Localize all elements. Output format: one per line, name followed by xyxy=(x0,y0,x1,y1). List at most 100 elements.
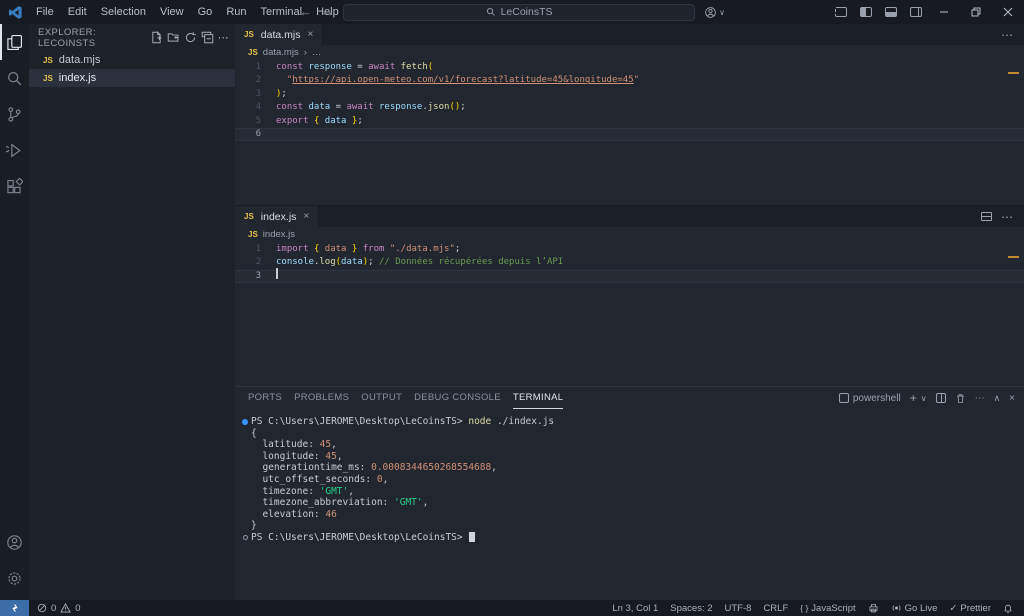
editor-actions: ⋯ xyxy=(1001,24,1024,45)
more-actions-icon[interactable]: ⋯ xyxy=(975,393,985,404)
terminal-token: , xyxy=(491,462,497,474)
terminal-token: PS C:\Users\JEROME\Desktop\LeCoinsTS> xyxy=(251,532,468,544)
terminal-cursor xyxy=(469,532,475,542)
bottom-panel: PORTS PROBLEMS OUTPUT DEBUG CONSOLE TERM… xyxy=(235,386,1024,600)
code-token: ; xyxy=(460,102,465,112)
go-live-button[interactable]: Go Live xyxy=(891,603,938,614)
error-count: 0 xyxy=(51,603,56,614)
terminal-token: latitude: xyxy=(251,439,320,451)
close-panel-icon[interactable]: × xyxy=(1009,393,1015,404)
collapse-folders-icon[interactable] xyxy=(201,31,214,44)
prettier-status[interactable]: ✓ Prettier xyxy=(949,603,991,614)
terminal-instance[interactable]: powershell xyxy=(839,393,901,404)
maximize-panel-icon[interactable]: ∧ xyxy=(994,393,1001,404)
command-decoration-icon xyxy=(239,416,251,428)
terminal-token: elevation: xyxy=(251,509,325,521)
split-editor-icon[interactable] xyxy=(981,212,992,221)
js-file-icon: JS xyxy=(244,30,254,39)
printer-icon[interactable] xyxy=(868,603,879,613)
activity-extensions[interactable] xyxy=(0,168,29,204)
close-tab-icon[interactable]: × xyxy=(303,211,309,222)
code-token: ; xyxy=(368,257,379,267)
toggle-secondary-sidebar-icon xyxy=(910,7,922,17)
chevron-down-icon: ∨ xyxy=(719,8,725,17)
remote-indicator[interactable] xyxy=(0,600,29,616)
more-actions-icon[interactable]: ⋯ xyxy=(1001,28,1013,42)
activity-explorer[interactable] xyxy=(0,24,29,60)
line-number: 2 xyxy=(235,256,276,269)
nav-back-icon[interactable]: ← xyxy=(299,0,312,24)
terminal-gutter xyxy=(239,462,251,474)
toggle-sidebar-icon xyxy=(860,7,872,17)
terminal-gutter xyxy=(239,509,251,521)
breadcrumb[interactable]: JS data.mjs › … xyxy=(235,45,1024,60)
terminal-icon xyxy=(839,393,849,403)
code-editor-data-mjs[interactable]: 1const response = await fetch(2 "https:/… xyxy=(235,60,1024,205)
panel-tab-output[interactable]: OUTPUT xyxy=(361,387,402,409)
file-item-index-js[interactable]: JS index.js xyxy=(29,69,235,87)
text-cursor xyxy=(276,268,278,279)
code-token: response xyxy=(379,102,422,112)
encoding[interactable]: UTF-8 xyxy=(725,603,752,614)
split-terminal-icon[interactable] xyxy=(936,393,946,403)
language-mode[interactable]: { } JavaScript xyxy=(800,603,855,614)
terminal-token: longitude: xyxy=(251,451,325,463)
code-token: data xyxy=(325,116,347,126)
terminal-gutter xyxy=(239,428,251,440)
panel-tab-problems[interactable]: PROBLEMS xyxy=(294,387,349,409)
eol-sequence[interactable]: CRLF xyxy=(763,603,788,614)
search-query: LeCoinsTS xyxy=(501,6,553,18)
command-center-search[interactable]: LeCoinsTS xyxy=(343,4,695,21)
line-number: 1 xyxy=(235,61,276,74)
braces-icon: { } xyxy=(800,603,808,613)
new-file-icon[interactable] xyxy=(150,31,163,44)
code-token: fetch xyxy=(401,62,428,72)
terminal-gutter xyxy=(239,486,251,498)
toggle-panel-icon xyxy=(885,7,897,17)
indentation[interactable]: Spaces: 2 xyxy=(670,603,712,614)
status-bar: 0 0 Ln 3, Col 1 Spaces: 2 UTF-8 CRLF { }… xyxy=(0,600,1024,616)
new-folder-icon[interactable] xyxy=(167,31,180,44)
breadcrumb-file: index.js xyxy=(263,229,295,240)
main-area: EXPLORER: LECOINSTS ⋯ JS data.mjs JS ind… xyxy=(0,24,1024,600)
account-menu[interactable]: ∨ xyxy=(704,6,725,19)
activity-accounts[interactable] xyxy=(0,524,29,560)
line-number: 4 xyxy=(235,101,276,114)
file-name: data.mjs xyxy=(59,54,101,66)
close-tab-icon[interactable]: × xyxy=(307,29,313,40)
more-actions-icon[interactable]: ⋯ xyxy=(1001,210,1013,224)
line-number: 3 xyxy=(235,88,276,101)
customize-layout-icon xyxy=(835,7,847,17)
cursor-position[interactable]: Ln 3, Col 1 xyxy=(612,603,658,614)
line-number: 6 xyxy=(235,128,276,141)
more-actions-icon[interactable]: ⋯ xyxy=(218,31,229,44)
activity-run-debug[interactable] xyxy=(0,132,29,168)
tab-index-js[interactable]: JS index.js × xyxy=(235,206,319,227)
activity-bar xyxy=(0,24,29,600)
code-editor-index-js[interactable]: 1import { data } from "./data.mjs";2cons… xyxy=(235,242,1024,386)
terminal-token: , xyxy=(331,439,337,451)
new-terminal-button[interactable]: +∨ xyxy=(910,391,927,405)
file-name: index.js xyxy=(59,72,96,84)
terminal-token: , xyxy=(337,451,343,463)
terminal-line: PS C:\Users\JEROME\Desktop\LeCoinsTS> no… xyxy=(239,416,1024,428)
code-token: json xyxy=(428,102,450,112)
panel-tab-ports[interactable]: PORTS xyxy=(248,387,282,409)
refresh-icon[interactable] xyxy=(184,31,197,44)
terminal-token: 0.0008344650268554688 xyxy=(371,462,491,474)
nav-forward-icon[interactable]: → xyxy=(321,0,334,24)
breadcrumb[interactable]: JS index.js xyxy=(235,227,1024,242)
activity-source-control[interactable] xyxy=(0,96,29,132)
go-live-label: Go Live xyxy=(905,603,938,614)
activity-search[interactable] xyxy=(0,60,29,96)
notifications-bell-icon[interactable] xyxy=(1003,603,1013,614)
tab-data-mjs[interactable]: JS data.mjs × xyxy=(235,24,323,45)
kill-terminal-trash-icon[interactable] xyxy=(955,393,966,404)
terminal-output[interactable]: PS C:\Users\JEROME\Desktop\LeCoinsTS> no… xyxy=(235,409,1024,600)
panel-tab-debug-console[interactable]: DEBUG CONSOLE xyxy=(414,387,501,409)
problems-status[interactable]: 0 0 xyxy=(29,603,81,614)
activity-settings[interactable] xyxy=(0,560,29,596)
file-item-data-mjs[interactable]: JS data.mjs xyxy=(29,51,235,69)
overview-ruler-mark xyxy=(1008,72,1019,74)
panel-tab-terminal[interactable]: TERMINAL xyxy=(513,387,563,409)
